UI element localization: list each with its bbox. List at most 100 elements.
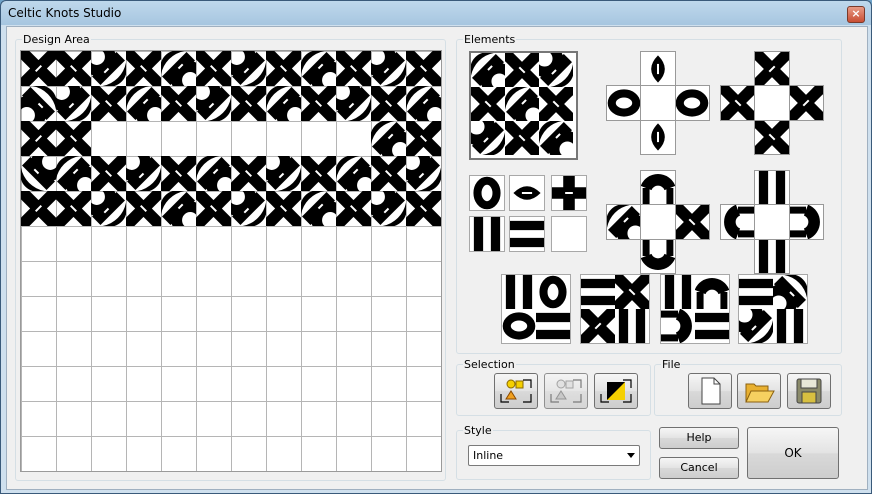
design-grid-tile[interactable] — [91, 156, 126, 191]
design-grid-tile[interactable] — [91, 191, 126, 226]
design-grid-tile[interactable] — [301, 86, 336, 121]
design-grid-tile[interactable] — [161, 51, 196, 86]
design-grid-tile[interactable] — [21, 51, 56, 86]
design-grid-tile[interactable] — [91, 86, 126, 121]
element-cross-caps[interactable] — [720, 170, 824, 274]
design-grid-tile[interactable] — [371, 191, 406, 226]
open-folder-icon — [745, 383, 775, 403]
element-cross-arm — [674, 204, 710, 240]
file-label: File — [661, 358, 682, 371]
design-grid-tile[interactable] — [336, 156, 371, 191]
element-cross-curve[interactable] — [606, 170, 710, 274]
element-tile-graphic — [510, 220, 544, 248]
design-grid-tile[interactable] — [56, 156, 91, 191]
design-grid-tile[interactable] — [126, 191, 161, 226]
element-cross-arm — [606, 85, 642, 121]
design-grid-tile[interactable] — [56, 121, 91, 156]
design-grid-tile[interactable] — [21, 121, 56, 156]
save-disk-icon — [796, 378, 822, 404]
element-cross-leaf[interactable] — [606, 51, 710, 155]
element-tile-graphic — [473, 217, 501, 251]
element-cross-arm — [788, 85, 824, 121]
design-grid-tile[interactable] — [56, 51, 91, 86]
design-grid-tile[interactable] — [266, 156, 301, 191]
design-grid-tile[interactable] — [266, 51, 301, 86]
design-grid-tile[interactable] — [196, 191, 231, 226]
element-tile — [695, 278, 729, 309]
elements-label: Elements — [463, 33, 517, 46]
design-grid-tile[interactable] — [406, 191, 441, 226]
element-cross-arm — [640, 238, 676, 274]
element-single-tile[interactable] — [551, 216, 587, 252]
design-grid-tile[interactable] — [231, 86, 266, 121]
design-grid-tile[interactable] — [161, 86, 196, 121]
design-grid-tile[interactable] — [196, 51, 231, 86]
design-grid-tile[interactable] — [266, 191, 301, 226]
element-single-tile[interactable] — [551, 175, 587, 211]
style-select[interactable]: Inline — [468, 445, 640, 466]
design-grid-tile[interactable] — [56, 86, 91, 121]
design-grid-tile[interactable] — [56, 191, 91, 226]
design-grid-tile[interactable] — [406, 156, 441, 191]
cancel-button[interactable]: Cancel — [659, 457, 739, 479]
element-single-tile[interactable] — [509, 216, 545, 252]
design-grid-tile[interactable] — [21, 156, 56, 191]
element-cross-arm — [754, 119, 790, 155]
select-shapes-button[interactable] — [494, 373, 538, 409]
invert-colors-button[interactable] — [594, 373, 638, 409]
design-grid-tile[interactable] — [126, 156, 161, 191]
design-grid-tile[interactable] — [196, 156, 231, 191]
design-grid-tile[interactable] — [406, 86, 441, 121]
design-grid-tile[interactable] — [126, 86, 161, 121]
deselect-shapes-button[interactable] — [544, 373, 588, 409]
design-grid-tile[interactable] — [371, 51, 406, 86]
element-tile — [695, 312, 729, 340]
design-grid-tile[interactable] — [266, 86, 301, 121]
design-grid-tile[interactable] — [371, 86, 406, 121]
design-grid[interactable] — [20, 50, 442, 472]
design-grid-tile[interactable] — [371, 156, 406, 191]
design-grid-tile[interactable] — [231, 156, 266, 191]
design-grid-tile[interactable] — [336, 191, 371, 226]
new-file-button[interactable] — [688, 373, 732, 409]
design-grid-tile[interactable] — [91, 51, 126, 86]
element-knot-2x2[interactable] — [501, 274, 571, 344]
element-tile — [471, 53, 505, 87]
design-grid-tile[interactable] — [21, 86, 56, 121]
design-grid-tile[interactable] — [371, 121, 406, 156]
help-button[interactable]: Help — [659, 427, 739, 449]
design-grid-tile[interactable] — [196, 86, 231, 121]
design-grid-tile[interactable] — [336, 86, 371, 121]
design-grid-tile[interactable] — [231, 191, 266, 226]
design-grid-tile[interactable] — [406, 51, 441, 86]
design-grid-tile[interactable] — [301, 51, 336, 86]
design-grid-tile[interactable] — [301, 191, 336, 226]
save-file-button[interactable] — [787, 373, 831, 409]
title-bar[interactable]: Celtic Knots Studio × — [1, 1, 871, 25]
design-grid-tile[interactable] — [336, 51, 371, 86]
element-cross-center — [640, 85, 676, 121]
element-tile — [664, 275, 692, 309]
design-grid-tile[interactable] — [161, 191, 196, 226]
window-title: Celtic Knots Studio — [8, 6, 122, 20]
style-select-value: Inline — [473, 449, 504, 462]
open-file-button[interactable] — [737, 373, 781, 409]
element-knot-3x3[interactable] — [469, 51, 578, 160]
element-tile — [773, 275, 807, 309]
client-area: Design Area Elements Selection File Styl… — [6, 26, 868, 490]
element-knot-2x2[interactable] — [738, 274, 808, 344]
element-single-tile[interactable] — [469, 216, 505, 252]
design-grid-tile[interactable] — [406, 121, 441, 156]
ok-button[interactable]: OK — [747, 427, 839, 479]
close-button[interactable]: × — [847, 6, 865, 23]
design-grid-tile[interactable] — [231, 51, 266, 86]
design-grid-tile[interactable] — [21, 191, 56, 226]
element-knot-2x2[interactable] — [580, 274, 650, 344]
element-knot-2x2[interactable] — [660, 274, 730, 344]
element-single-tile[interactable] — [509, 175, 545, 211]
design-grid-tile[interactable] — [161, 156, 196, 191]
design-grid-tile[interactable] — [301, 156, 336, 191]
element-single-tile[interactable] — [469, 175, 505, 211]
design-grid-tile[interactable] — [126, 51, 161, 86]
element-cross-weave[interactable] — [720, 51, 824, 155]
